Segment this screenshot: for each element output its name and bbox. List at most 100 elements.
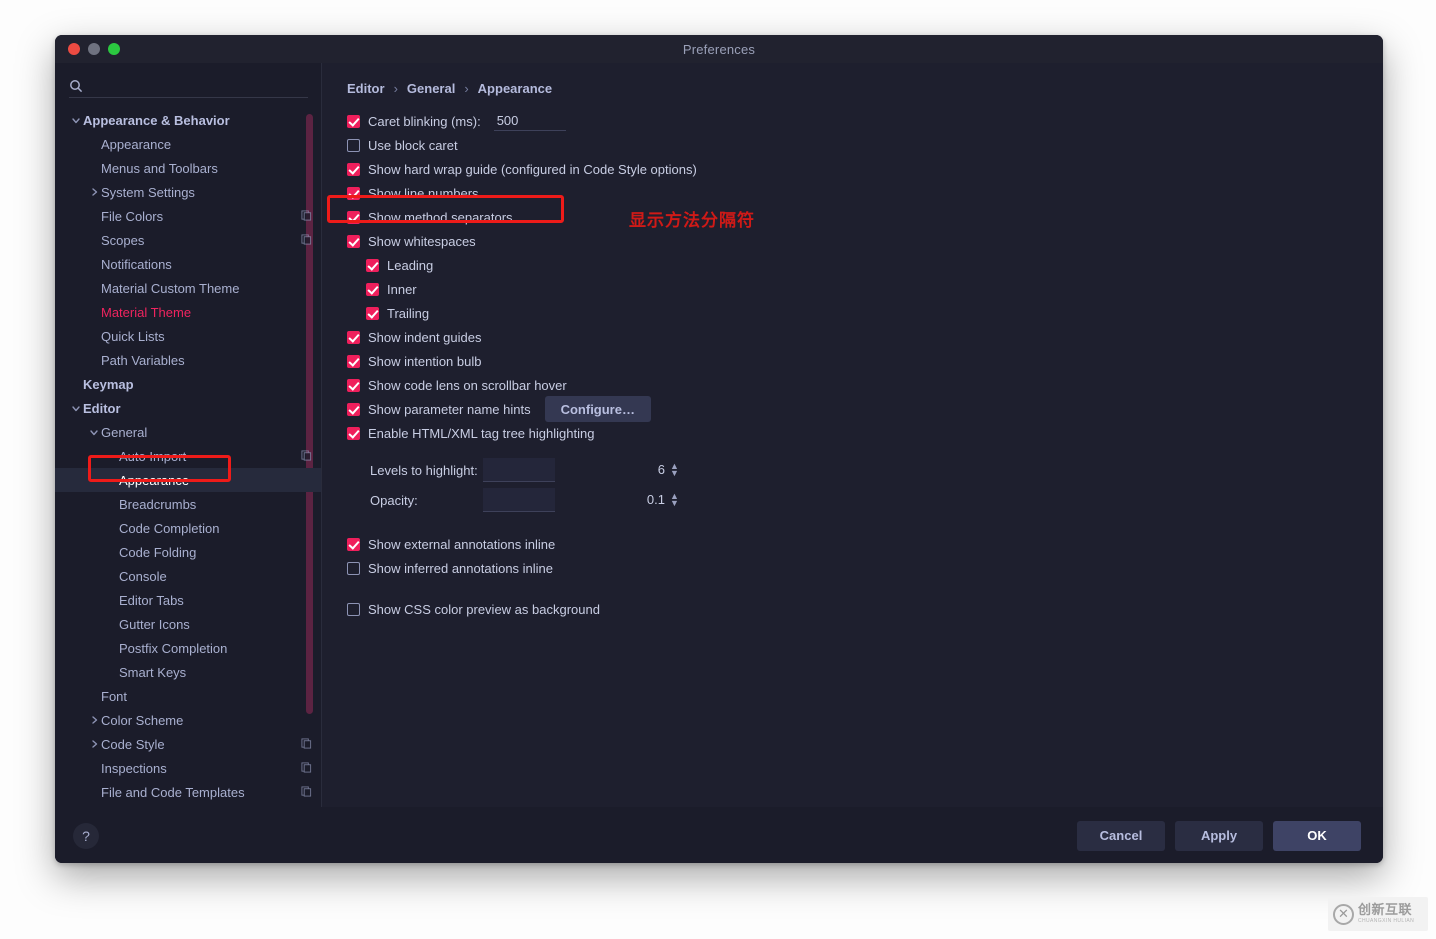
tree-arrow[interactable] (87, 715, 101, 725)
sidebar-item-editor[interactable]: Editor (55, 396, 322, 420)
sidebar-item-appearance[interactable]: Appearance (55, 132, 322, 156)
caret-blinking-input[interactable] (493, 111, 566, 131)
tree-arrow[interactable] (69, 115, 83, 125)
copy-icon[interactable] (301, 233, 312, 245)
close-button[interactable] (68, 43, 80, 55)
sidebar-item-appearance[interactable]: Appearance (55, 468, 322, 492)
breadcrumb-item-1[interactable]: General (407, 81, 455, 96)
option-show-line-numbers[interactable]: Show line numbers (347, 181, 1363, 205)
spinner-value[interactable] (489, 462, 665, 477)
sidebar-item-file-encodings[interactable]: File Encodings (55, 804, 322, 807)
sidebar-item-file-colors[interactable]: File Colors (55, 204, 322, 228)
show-inferred-annotations-inline-checkbox[interactable] (347, 561, 360, 575)
copy-settings-icon[interactable] (301, 761, 312, 776)
sidebar-item-console[interactable]: Console (55, 564, 322, 588)
zoom-button[interactable] (108, 43, 120, 55)
copy-settings-icon[interactable] (301, 785, 312, 800)
show-indent-guides-checkbox[interactable] (347, 330, 360, 344)
sidebar-item-system-settings[interactable]: System Settings (55, 180, 322, 204)
ok-button[interactable]: OK (1273, 820, 1361, 851)
tree-arrow[interactable] (69, 403, 83, 413)
option-show-indent-guides[interactable]: Show indent guides (347, 325, 1363, 349)
sidebar-item-general[interactable]: General (55, 420, 322, 444)
show-hard-wrap-guide-configured-in-code-style-options-checkbox[interactable] (347, 162, 360, 176)
option-trailing[interactable]: Trailing (347, 301, 1363, 325)
option-tag-tree-highlighting[interactable]: Enable HTML/XML tag tree highlighting (347, 421, 1363, 445)
caret-blinking-checkbox[interactable] (347, 114, 360, 128)
minimize-button[interactable] (88, 43, 100, 55)
tag-tree-checkbox[interactable] (347, 426, 360, 440)
option-show-method-separators[interactable]: Show method separators (347, 205, 1363, 229)
option-show-external-annotations-inline[interactable]: Show external annotations inline (347, 532, 1363, 556)
sidebar-item-material-theme[interactable]: Material Theme (55, 300, 322, 324)
sidebar-item-quick-lists[interactable]: Quick Lists (55, 324, 322, 348)
sidebar-item-color-scheme[interactable]: Color Scheme (55, 708, 322, 732)
spinner-down-icon[interactable]: ▼ (670, 498, 679, 507)
option-show-code-lens-on-scrollbar-hover[interactable]: Show code lens on scrollbar hover (347, 373, 1363, 397)
css-preview-checkbox[interactable] (347, 602, 360, 616)
spinner-arrows[interactable]: ▲ ▼ (670, 461, 679, 477)
sidebar-item-appearance-behavior[interactable]: Appearance & Behavior (55, 108, 322, 132)
sidebar-item-keymap[interactable]: Keymap (55, 372, 322, 396)
copy-icon[interactable] (301, 785, 312, 797)
sidebar-item-breadcrumbs[interactable]: Breadcrumbs (55, 492, 322, 516)
option-inner[interactable]: Inner (347, 277, 1363, 301)
sidebar-item-editor-tabs[interactable]: Editor Tabs (55, 588, 322, 612)
apply-button[interactable]: Apply (1175, 820, 1263, 851)
use-block-caret-checkbox[interactable] (347, 138, 360, 152)
copy-settings-icon[interactable] (301, 449, 312, 464)
trailing-checkbox[interactable] (366, 306, 379, 320)
search-input[interactable] (89, 78, 308, 93)
tree-arrow[interactable] (87, 187, 101, 197)
sidebar-item-scopes[interactable]: Scopes (55, 228, 322, 252)
parameter-hints-checkbox[interactable] (347, 402, 360, 416)
sidebar-item-path-variables[interactable]: Path Variables (55, 348, 322, 372)
show-intention-bulb-checkbox[interactable] (347, 354, 360, 368)
sidebar-item-file-and-code-templates[interactable]: File and Code Templates (55, 780, 322, 804)
copy-settings-icon[interactable] (301, 209, 312, 224)
option-caret-blinking[interactable]: Caret blinking (ms): (347, 109, 1363, 133)
sidebar-item-gutter-icons[interactable]: Gutter Icons (55, 612, 322, 636)
copy-icon[interactable] (301, 449, 312, 461)
copy-settings-icon[interactable] (301, 737, 312, 752)
spinner-value[interactable] (489, 492, 665, 507)
sidebar-item-notifications[interactable]: Notifications (55, 252, 322, 276)
tree-arrow[interactable] (87, 427, 101, 437)
spinner-arrows[interactable]: ▲ ▼ (670, 491, 679, 507)
option-show-hard-wrap-guide-configured-in-code-style-options[interactable]: Show hard wrap guide (configured in Code… (347, 157, 1363, 181)
option-use-block-caret[interactable]: Use block caret (347, 133, 1363, 157)
spinner-down-icon[interactable]: ▼ (670, 468, 679, 477)
sidebar-item-smart-keys[interactable]: Smart Keys (55, 660, 322, 684)
copy-icon[interactable] (301, 209, 312, 221)
show-code-lens-on-scrollbar-hover-checkbox[interactable] (347, 378, 360, 392)
option-show-inferred-annotations-inline[interactable]: Show inferred annotations inline (347, 556, 1363, 580)
show-method-separators-checkbox[interactable] (347, 210, 360, 224)
copy-icon[interactable] (301, 737, 312, 749)
option-show-intention-bulb[interactable]: Show intention bulb (347, 349, 1363, 373)
inner-checkbox[interactable] (366, 282, 379, 296)
sidebar-item-auto-import[interactable]: Auto Import (55, 444, 322, 468)
sidebar-item-code-style[interactable]: Code Style (55, 732, 322, 756)
breadcrumb-item-0[interactable]: Editor (347, 81, 385, 96)
option-show-whitespaces[interactable]: Show whitespaces (347, 229, 1363, 253)
copy-settings-icon[interactable] (301, 233, 312, 248)
leading-checkbox[interactable] (366, 258, 379, 272)
option-parameter-name-hints[interactable]: Show parameter name hints Configure… (347, 396, 1363, 422)
sidebar-item-inspections[interactable]: Inspections (55, 756, 322, 780)
sidebar-item-code-completion[interactable]: Code Completion (55, 516, 322, 540)
help-button[interactable]: ? (73, 822, 99, 849)
sidebar-item-postfix-completion[interactable]: Postfix Completion (55, 636, 322, 660)
tree-arrow[interactable] (87, 739, 101, 749)
sidebar-item-font[interactable]: Font (55, 684, 322, 708)
sidebar-item-code-folding[interactable]: Code Folding (55, 540, 322, 564)
option-leading[interactable]: Leading (347, 253, 1363, 277)
search-box[interactable] (69, 74, 308, 98)
show-whitespaces-checkbox[interactable] (347, 234, 360, 248)
spinner-opacity[interactable]: ▲▼ (483, 488, 679, 512)
spinner-levels-to-highlight[interactable]: ▲▼ (483, 458, 679, 482)
configure-button[interactable]: Configure… (544, 396, 651, 422)
sidebar-item-material-custom-theme[interactable]: Material Custom Theme (55, 276, 322, 300)
option-css-color-preview[interactable]: Show CSS color preview as background (347, 597, 1363, 621)
show-external-annotations-inline-checkbox[interactable] (347, 537, 360, 551)
copy-icon[interactable] (301, 761, 312, 773)
